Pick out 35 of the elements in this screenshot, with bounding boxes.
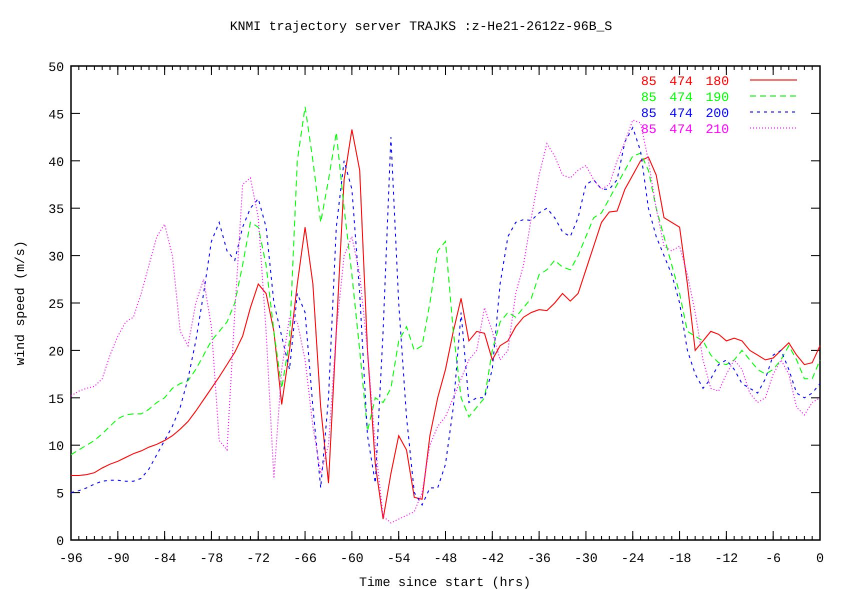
tick-label: -48: [434, 551, 458, 566]
tick-label: -18: [668, 551, 692, 566]
tick-label: -96: [59, 551, 83, 566]
tick-label: 30: [48, 250, 64, 265]
tick-label: -54: [386, 551, 410, 566]
axis-title: wind speed (m/s): [13, 240, 28, 366]
tick-label: -72: [246, 551, 270, 566]
legend-label: 85 474 210: [641, 122, 730, 137]
chart-title: KNMI trajectory server TRAJKS :z-He21-2612z-96B_S: [230, 19, 612, 34]
legend-label: 85 474 180: [641, 74, 730, 89]
tick-label: 0: [56, 534, 64, 549]
tick-label: -30: [574, 551, 598, 566]
tick-label: 50: [48, 60, 64, 75]
tick-label: -60: [340, 551, 364, 566]
legend-label: 85 474 190: [641, 90, 730, 105]
tick-label: -84: [152, 551, 176, 566]
tick-label: 5: [56, 486, 64, 502]
tick-label: 10: [48, 439, 64, 454]
tick-label: 35: [48, 202, 64, 218]
tick-label: -24: [621, 551, 644, 566]
tick-label: -36: [527, 551, 551, 566]
tick-label: -6: [765, 551, 781, 566]
legend-label: 85 474 200: [641, 106, 730, 121]
tick-label: -42: [480, 551, 504, 566]
axis-title: Time since start (hrs): [359, 575, 531, 590]
tick-label: 20: [48, 344, 64, 360]
tick-label: 40: [48, 154, 64, 170]
tick-label: 15: [48, 392, 64, 407]
tick-label: -66: [293, 551, 317, 566]
tick-label: 0: [816, 551, 824, 566]
tick-label: 25: [48, 297, 64, 312]
tick-label: -78: [200, 551, 224, 566]
tick-label: -90: [106, 551, 130, 566]
tick-label: 45: [48, 107, 64, 122]
tick-label: -12: [714, 551, 738, 566]
